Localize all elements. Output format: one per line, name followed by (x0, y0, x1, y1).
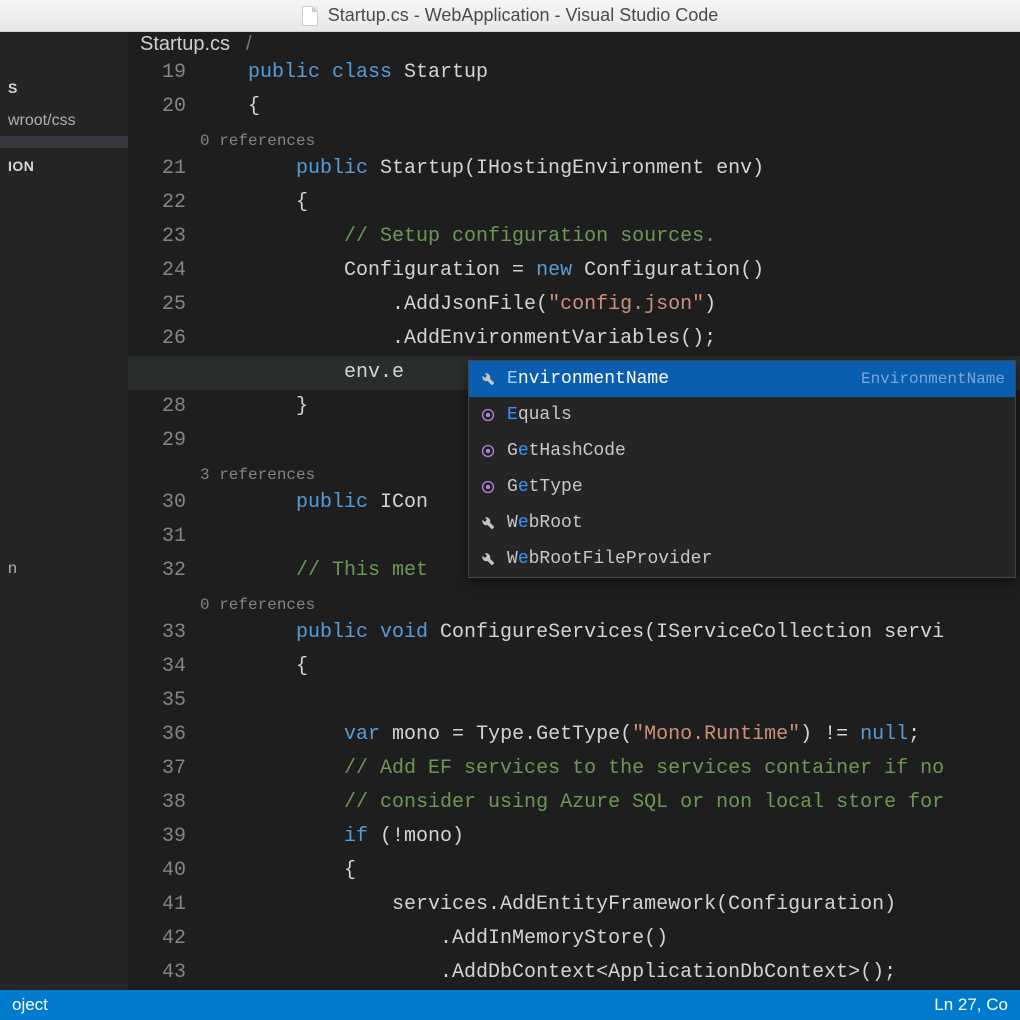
method-icon (479, 478, 497, 496)
wrench-icon (479, 370, 497, 388)
editor-pane: Startup.cs / 19 20 21 22 23 24 25 26 27 … (128, 32, 1020, 990)
status-left[interactable]: oject (12, 995, 48, 1015)
method-icon (479, 442, 497, 460)
code-editor[interactable]: 19 20 21 22 23 24 25 26 27 28 29 30 31 3… (128, 56, 1020, 990)
suggest-item[interactable]: GetType (469, 469, 1015, 505)
wrench-icon (479, 550, 497, 568)
method-icon (479, 406, 497, 424)
status-cursor-position[interactable]: Ln 27, Co (934, 995, 1008, 1015)
codelens[interactable]: 0 references (200, 132, 315, 150)
tab-startup[interactable]: Startup.cs / (140, 33, 252, 56)
tab-separator: / (246, 33, 252, 56)
suggest-item[interactable]: GetHashCode (469, 433, 1015, 469)
line-gutter: 19 20 21 22 23 24 25 26 27 28 29 30 31 3… (128, 56, 200, 990)
suggest-item[interactable]: Equals (469, 397, 1015, 433)
document-icon (302, 6, 318, 26)
window-title: Startup.cs - WebApplication - Visual Stu… (328, 5, 719, 26)
suggest-item[interactable]: WebRoot (469, 505, 1015, 541)
suggest-item[interactable]: EnvironmentName EnvironmentName (469, 361, 1015, 397)
sidebar-item[interactable]: n (0, 554, 128, 584)
explorer-sidebar[interactable]: S wroot/css ION n (0, 32, 128, 990)
sidebar-item-active[interactable] (0, 136, 128, 148)
editor-tabs[interactable]: Startup.cs / (128, 32, 1020, 56)
suggest-item[interactable]: WebRootFileProvider (469, 541, 1015, 577)
sidebar-section-header: ION (0, 148, 128, 184)
suggest-hint: EnvironmentName (861, 363, 1005, 395)
window-titlebar: Startup.cs - WebApplication - Visual Stu… (0, 0, 1020, 32)
codelens[interactable]: 0 references (200, 596, 315, 614)
tab-label: Startup.cs (140, 33, 230, 56)
wrench-icon (479, 514, 497, 532)
status-bar[interactable]: oject Ln 27, Co (0, 990, 1020, 1020)
sidebar-item[interactable]: wroot/css (0, 106, 128, 136)
sidebar-section-header: S (0, 70, 128, 106)
suggest-widget[interactable]: EnvironmentName EnvironmentName Equals G… (468, 360, 1016, 578)
codelens[interactable]: 3 references (200, 466, 315, 484)
